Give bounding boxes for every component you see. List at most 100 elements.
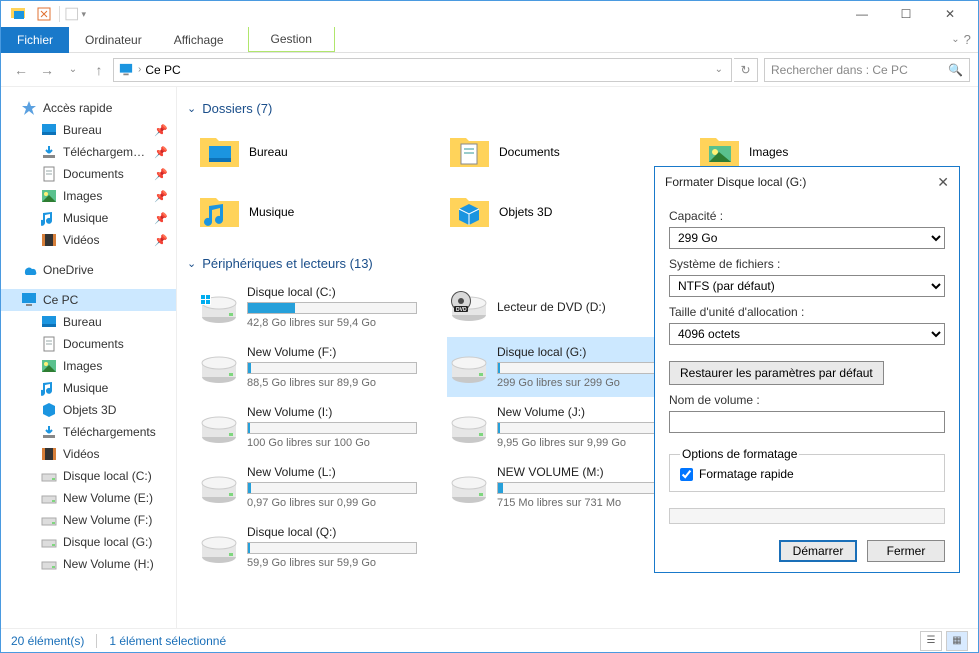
refresh-button[interactable]: ↻	[734, 58, 758, 82]
new-folder-icon[interactable]: ▾	[64, 3, 86, 25]
nav-item[interactable]: Bureau📌	[1, 119, 176, 141]
tab-computer[interactable]: Ordinateur	[69, 27, 158, 53]
group-folders-header[interactable]: ⌄ Dossiers (7)	[177, 97, 968, 122]
usage-bar	[247, 362, 417, 374]
history-dropdown[interactable]: ⌄	[61, 58, 85, 82]
drive-item[interactable]: New Volume (L:) 0,97 Go libres sur 0,99 …	[197, 457, 447, 517]
nav-item[interactable]: Vidéos📌	[1, 229, 176, 251]
nav-item[interactable]: New Volume (F:)	[1, 509, 176, 531]
nav-item-label: Musique	[63, 381, 176, 395]
nav-item[interactable]: Téléchargements	[1, 421, 176, 443]
drive-icon	[197, 345, 241, 389]
nav-item[interactable]: Vidéos	[1, 443, 176, 465]
item-icon	[41, 314, 57, 330]
pin-icon: 📌	[154, 146, 168, 159]
nav-item[interactable]: Documents📌	[1, 163, 176, 185]
format-options-label: Options de formatage	[680, 447, 799, 461]
nav-item[interactable]: Disque local (C:)	[1, 465, 176, 487]
search-icon: 🔍	[948, 63, 963, 77]
drive-item[interactable]: New Volume (F:) 88,5 Go libres sur 89,9 …	[197, 337, 447, 397]
nav-item[interactable]: Musique📌	[1, 207, 176, 229]
folder-icon	[197, 130, 241, 174]
tab-display[interactable]: Affichage	[158, 27, 240, 53]
properties-icon[interactable]	[33, 3, 55, 25]
tab-file[interactable]: Fichier	[1, 27, 69, 53]
start-button[interactable]: Démarrer	[779, 540, 857, 562]
nav-item-label: Vidéos	[63, 447, 176, 461]
drive-icon	[447, 465, 491, 509]
close-icon[interactable]: ✕	[937, 174, 949, 191]
status-selection: 1 élément sélectionné	[109, 634, 226, 648]
item-icon	[41, 402, 57, 418]
item-icon	[41, 490, 57, 506]
ribbon-collapse-button[interactable]: ⌄ ?	[944, 27, 978, 53]
fs-select[interactable]: NTFS (par défaut)	[669, 275, 945, 297]
capacity-label: Capacité :	[669, 209, 945, 223]
item-icon	[41, 232, 57, 248]
onedrive-icon	[21, 262, 37, 278]
nav-onedrive[interactable]: OneDrive	[1, 259, 176, 281]
drive-item[interactable]: Disque local (C:) 42,8 Go libres sur 59,…	[197, 277, 447, 337]
separator	[59, 6, 60, 22]
quick-format-checkbox[interactable]	[680, 468, 693, 481]
nav-quick-access[interactable]: Accès rapide	[1, 97, 176, 119]
chevron-down-icon: ⌄	[187, 102, 196, 115]
nav-item[interactable]: Téléchargements📌	[1, 141, 176, 163]
nav-item-label: Documents	[63, 337, 176, 351]
tiles-view-button[interactable]: ▦	[946, 631, 968, 651]
nav-item[interactable]: Disque local (G:)	[1, 531, 176, 553]
nav-item-label: Images	[63, 359, 176, 373]
drive-icon	[197, 285, 241, 329]
nav-item-label: Disque local (C:)	[63, 469, 176, 483]
back-button[interactable]: ←	[9, 58, 33, 82]
details-view-button[interactable]: ☰	[920, 631, 942, 651]
nav-item[interactable]: New Volume (H:)	[1, 553, 176, 575]
address-bar: ← → ⌄ ↑ › Ce PC ⌄ ↻ Rechercher dans : Ce…	[1, 53, 978, 87]
volname-input[interactable]	[669, 411, 945, 433]
drive-icon	[447, 405, 491, 449]
folder-label: Images	[749, 145, 788, 159]
alloc-select[interactable]: 4096 octets	[669, 323, 945, 345]
item-icon	[41, 380, 57, 396]
tab-manage[interactable]: Gestion	[248, 27, 335, 52]
forward-button[interactable]: →	[35, 58, 59, 82]
chevron-down-icon: ⌄	[187, 257, 196, 270]
folder-item[interactable]: Musique	[197, 182, 447, 242]
nav-item[interactable]: Bureau	[1, 311, 176, 333]
nav-item-label: New Volume (H:)	[63, 557, 176, 571]
minimize-button[interactable]: —	[840, 1, 884, 27]
nav-item[interactable]: Images📌	[1, 185, 176, 207]
up-button[interactable]: ↑	[87, 58, 111, 82]
usage-bar	[497, 422, 667, 434]
nav-item-label: Musique	[63, 211, 148, 225]
address-dropdown[interactable]: ⌄	[711, 64, 727, 75]
nav-item[interactable]: Objets 3D	[1, 399, 176, 421]
close-button[interactable]: ✕	[928, 1, 972, 27]
item-icon	[41, 534, 57, 550]
group-folders-label: Dossiers (7)	[202, 101, 272, 116]
quick-format-row[interactable]: Formatage rapide	[680, 467, 934, 481]
folder-label: Musique	[249, 205, 294, 219]
chevron-right-icon: ›	[138, 64, 141, 75]
nav-item-label: Téléchargements	[63, 425, 176, 439]
drive-name: New Volume (L:)	[247, 465, 447, 479]
nav-item[interactable]: Images	[1, 355, 176, 377]
nav-this-pc[interactable]: Ce PC	[1, 289, 176, 311]
dialog-title-bar[interactable]: Formater Disque local (G:) ✕	[655, 167, 959, 197]
capacity-select[interactable]: 299 Go	[669, 227, 945, 249]
nav-item[interactable]: Musique	[1, 377, 176, 399]
nav-item[interactable]: New Volume (E:)	[1, 487, 176, 509]
nav-item[interactable]: Documents	[1, 333, 176, 355]
status-bar: 20 élément(s) 1 élément sélectionné ☰ ▦	[1, 628, 978, 652]
drive-icon	[197, 405, 241, 449]
drive-item[interactable]: New Volume (I:) 100 Go libres sur 100 Go	[197, 397, 447, 457]
item-icon	[41, 358, 57, 374]
drive-item[interactable]: Disque local (Q:) 59,9 Go libres sur 59,…	[197, 517, 447, 577]
folder-item[interactable]: Bureau	[197, 122, 447, 182]
restore-defaults-button[interactable]: Restaurer les paramètres par défaut	[669, 361, 884, 385]
close-button[interactable]: Fermer	[867, 540, 945, 562]
item-icon	[41, 122, 57, 138]
address-field[interactable]: › Ce PC ⌄	[113, 58, 732, 82]
maximize-button[interactable]: ☐	[884, 1, 928, 27]
search-input[interactable]: Rechercher dans : Ce PC 🔍	[764, 58, 970, 82]
